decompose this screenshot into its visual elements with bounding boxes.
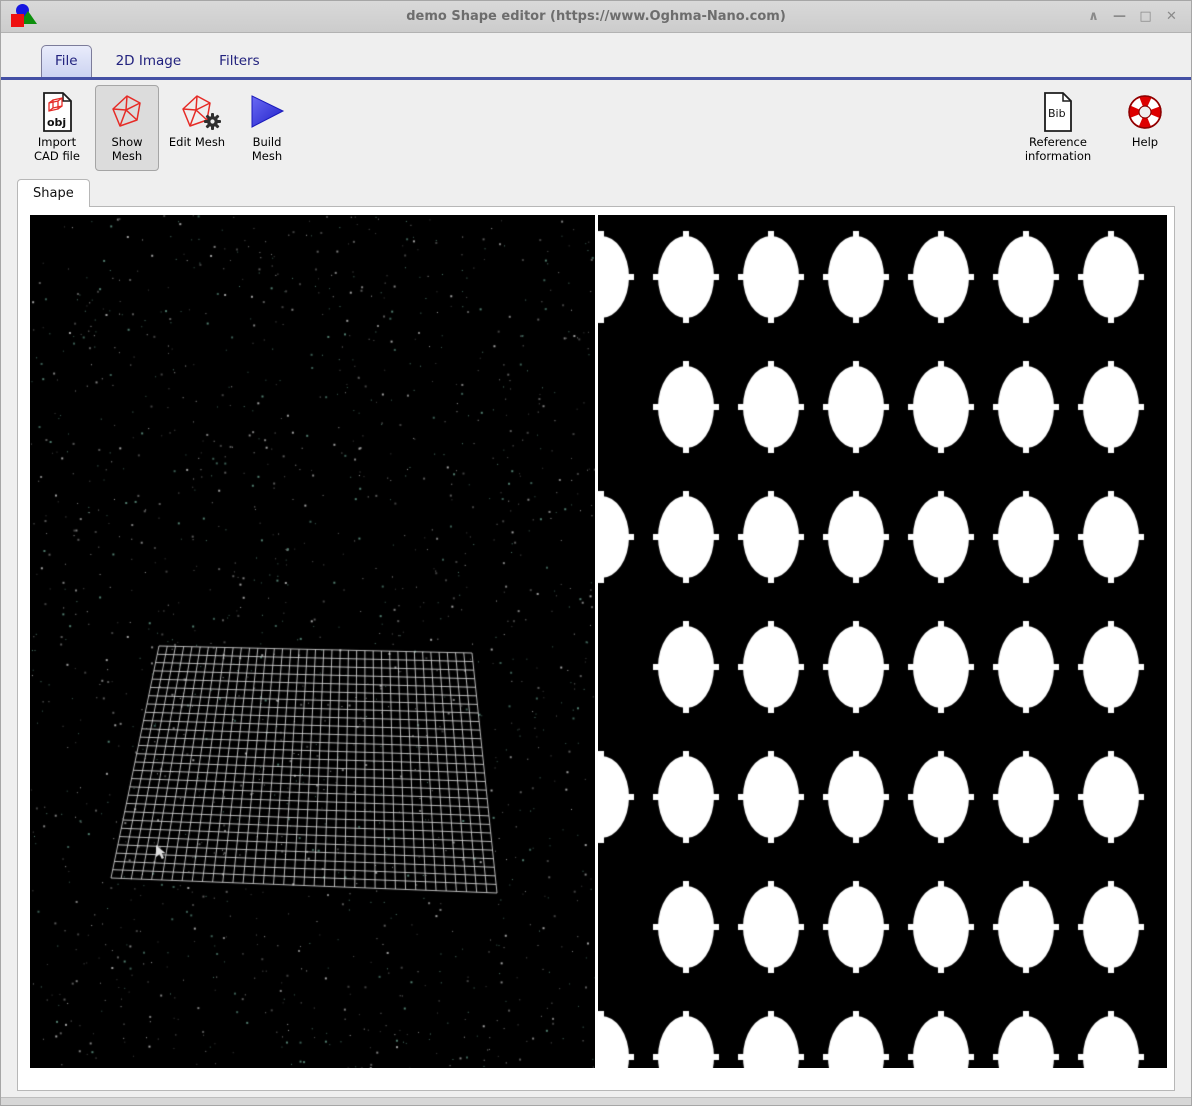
toolbar: obj Import CAD file Show Mesh bbox=[1, 80, 1191, 177]
mesh-gear-icon bbox=[176, 91, 218, 133]
app-shapes-icon bbox=[11, 4, 37, 28]
app-window: demo Shape editor (https://www.Oghma-Nan… bbox=[0, 0, 1192, 1106]
bib-document-icon: Bib bbox=[1037, 91, 1079, 133]
toolbar-button-label: Show Mesh bbox=[98, 136, 156, 164]
obj-label: obj bbox=[47, 116, 66, 129]
shade-button[interactable]: ∧ bbox=[1084, 7, 1103, 26]
page-tab-bar: Shape bbox=[1, 179, 1191, 206]
gear-icon bbox=[204, 113, 221, 134]
title-bar: demo Shape editor (https://www.Oghma-Nan… bbox=[1, 1, 1191, 33]
tab-shape[interactable]: Shape bbox=[17, 179, 90, 207]
obj-document-icon: obj bbox=[36, 91, 78, 133]
toolbar-button-label: Build Mesh bbox=[238, 136, 296, 164]
ribbon-tab-bar: File 2D Image Filters bbox=[1, 33, 1191, 80]
red-square-shape bbox=[11, 14, 24, 27]
close-button[interactable]: ✕ bbox=[1162, 7, 1181, 26]
build-mesh-button[interactable]: Build Mesh bbox=[235, 85, 299, 171]
toolbar-button-label: Help bbox=[1132, 136, 1158, 150]
mesh-3d-viewport[interactable] bbox=[30, 215, 595, 1068]
play-icon bbox=[246, 91, 288, 133]
shape-editor-content bbox=[17, 206, 1175, 1091]
window-bottom-edge bbox=[1, 1097, 1191, 1105]
toolbar-button-label: Edit Mesh bbox=[169, 136, 225, 150]
tab-2d-image[interactable]: 2D Image bbox=[102, 45, 196, 77]
import-cad-file-button[interactable]: obj Import CAD file bbox=[25, 85, 89, 171]
toolbar-button-label: Reference information bbox=[1012, 136, 1104, 164]
toolbar-button-label: Import CAD file bbox=[28, 136, 86, 164]
show-mesh-button[interactable]: Show Mesh bbox=[95, 85, 159, 171]
pattern-2d-preview bbox=[598, 215, 1167, 1068]
window-title: demo Shape editor (https://www.Oghma-Nan… bbox=[1, 9, 1191, 24]
help-button[interactable]: Help bbox=[1113, 85, 1177, 157]
minimize-button[interactable]: — bbox=[1110, 7, 1129, 26]
mesh-icon bbox=[106, 91, 148, 133]
window-controls: ∧ — □ ✕ bbox=[1084, 1, 1181, 32]
edit-mesh-button[interactable]: Edit Mesh bbox=[165, 85, 229, 157]
reference-information-button[interactable]: Bib Reference information bbox=[1009, 85, 1107, 171]
maximize-button[interactable]: □ bbox=[1136, 7, 1155, 26]
tab-file[interactable]: File bbox=[41, 45, 92, 77]
bib-label: Bib bbox=[1048, 107, 1066, 120]
lifebuoy-icon bbox=[1124, 91, 1166, 133]
tab-filters[interactable]: Filters bbox=[205, 45, 273, 77]
